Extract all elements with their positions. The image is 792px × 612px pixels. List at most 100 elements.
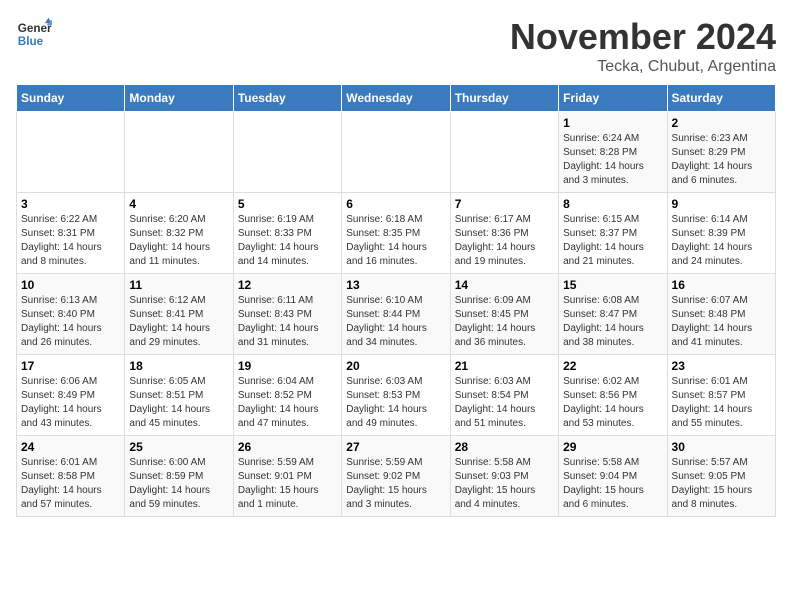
day-number: 2 [672,116,771,130]
weekday-header: Friday [559,85,667,112]
day-detail: Sunrise: 6:14 AM Sunset: 8:39 PM Dayligh… [672,213,771,269]
calendar-cell: 14Sunrise: 6:09 AM Sunset: 8:45 PM Dayli… [450,274,558,355]
calendar-cell: 28 Sunrise: 5:58 AM Sunset: 9:03 PM Dayli… [450,436,558,517]
logo-icon: General Blue [16,16,52,52]
calendar-cell: 17 Sunrise: 6:06 AM Sunset: 8:49 PM Dayli… [17,355,125,436]
day-number: 21 [455,359,554,373]
day-detail: Sunrise: 6:13 AM Sunset: 8:40 PM Dayligh… [21,294,120,350]
weekday-header: Tuesday [233,85,341,112]
day-number: 6 [346,197,445,211]
calendar-cell: 1 Sunrise: 6:24 AM Sunset: 8:28 PM Daylig… [559,112,667,193]
day-number: 12 [238,278,337,292]
calendar-cell: 2 Sunrise: 6:23 AM Sunset: 8:29 PM Daylig… [667,112,775,193]
calendar-cell: 4 Sunrise: 6:20 AM Sunset: 8:32 PM Daylig… [125,193,233,274]
day-number: 9 [672,197,771,211]
day-number: 7 [455,197,554,211]
weekday-header: Wednesday [342,85,450,112]
calendar-cell: 8 Sunrise: 6:15 AM Sunset: 8:37 PM Daylig… [559,193,667,274]
weekday-header-row: SundayMondayTuesdayWednesdayThursdayFrid… [17,85,776,112]
day-number: 29 [563,440,662,454]
calendar-cell: 20Sunrise: 6:03 AM Sunset: 8:53 PM Dayli… [342,355,450,436]
calendar-cell: 21 Sunrise: 6:03 AM Sunset: 8:54 PM Dayli… [450,355,558,436]
day-detail: Sunrise: 6:01 AM Sunset: 8:57 PM Dayligh… [672,375,771,431]
day-detail: Sunrise: 5:58 AM Sunset: 9:04 PM Dayligh… [563,456,662,512]
day-detail: Sunrise: 6:12 AM Sunset: 8:41 PM Dayligh… [129,294,228,350]
calendar-week-row: 10 Sunrise: 6:13 AM Sunset: 8:40 PM Dayli… [17,274,776,355]
calendar-cell: 22 Sunrise: 6:02 AM Sunset: 8:56 PM Dayli… [559,355,667,436]
day-number: 26 [238,440,337,454]
calendar-cell: 10 Sunrise: 6:13 AM Sunset: 8:40 PM Dayli… [17,274,125,355]
calendar-week-row: 1 Sunrise: 6:24 AM Sunset: 8:28 PM Daylig… [17,112,776,193]
day-detail: Sunrise: 5:58 AM Sunset: 9:03 PM Dayligh… [455,456,554,512]
day-number: 8 [563,197,662,211]
logo: General Blue [16,16,52,52]
calendar-cell: 29 Sunrise: 5:58 AM Sunset: 9:04 PM Dayli… [559,436,667,517]
day-number: 28 [455,440,554,454]
day-detail: Sunrise: 6:02 AM Sunset: 8:56 PM Dayligh… [563,375,662,431]
calendar-week-row: 3 Sunrise: 6:22 AM Sunset: 8:31 PM Daylig… [17,193,776,274]
day-detail: Sunrise: 6:03 AM Sunset: 8:53 PM Dayligh… [346,375,445,431]
weekday-header: Sunday [17,85,125,112]
day-number: 5 [238,197,337,211]
day-detail: Sunrise: 6:20 AM Sunset: 8:32 PM Dayligh… [129,213,228,269]
calendar-cell [450,112,558,193]
calendar-cell: 15 Sunrise: 6:08 AM Sunset: 8:47 PM Dayli… [559,274,667,355]
day-detail: Sunrise: 6:15 AM Sunset: 8:37 PM Dayligh… [563,213,662,269]
day-detail: Sunrise: 6:09 AM Sunset: 8:45 PM Dayligh… [455,294,554,350]
day-detail: Sunrise: 5:57 AM Sunset: 9:05 PM Dayligh… [672,456,771,512]
weekday-header: Saturday [667,85,775,112]
day-number: 18 [129,359,228,373]
title-block: November 2024 Tecka, Chubut, Argentina [510,16,776,76]
day-number: 10 [21,278,120,292]
day-number: 19 [238,359,337,373]
svg-text:Blue: Blue [18,35,44,48]
day-detail: Sunrise: 6:05 AM Sunset: 8:51 PM Dayligh… [129,375,228,431]
day-number: 24 [21,440,120,454]
day-number: 15 [563,278,662,292]
day-number: 17 [21,359,120,373]
calendar-cell: 19 Sunrise: 6:04 AM Sunset: 8:52 PM Dayli… [233,355,341,436]
calendar-cell: 12Sunrise: 6:11 AM Sunset: 8:43 PM Dayli… [233,274,341,355]
day-detail: Sunrise: 6:18 AM Sunset: 8:35 PM Dayligh… [346,213,445,269]
calendar-cell: 26 Sunrise: 5:59 AM Sunset: 9:01 PM Dayli… [233,436,341,517]
calendar-table: SundayMondayTuesdayWednesdayThursdayFrid… [16,84,776,517]
day-detail: Sunrise: 6:03 AM Sunset: 8:54 PM Dayligh… [455,375,554,431]
calendar-week-row: 24 Sunrise: 6:01 AM Sunset: 8:58 PM Dayli… [17,436,776,517]
day-detail: Sunrise: 6:08 AM Sunset: 8:47 PM Dayligh… [563,294,662,350]
calendar-cell: 16 Sunrise: 6:07 AM Sunset: 8:48 PM Dayli… [667,274,775,355]
calendar-cell [342,112,450,193]
calendar-cell: 11Sunrise: 6:12 AM Sunset: 8:41 PM Dayli… [125,274,233,355]
day-number: 4 [129,197,228,211]
day-detail: Sunrise: 6:07 AM Sunset: 8:48 PM Dayligh… [672,294,771,350]
day-detail: Sunrise: 5:59 AM Sunset: 9:01 PM Dayligh… [238,456,337,512]
calendar-cell [17,112,125,193]
day-number: 16 [672,278,771,292]
month-title: November 2024 [510,16,776,58]
location-title: Tecka, Chubut, Argentina [510,58,776,76]
day-detail: Sunrise: 6:17 AM Sunset: 8:36 PM Dayligh… [455,213,554,269]
calendar-cell: 9 Sunrise: 6:14 AM Sunset: 8:39 PM Daylig… [667,193,775,274]
day-detail: Sunrise: 6:10 AM Sunset: 8:44 PM Dayligh… [346,294,445,350]
day-number: 3 [21,197,120,211]
day-detail: Sunrise: 5:59 AM Sunset: 9:02 PM Dayligh… [346,456,445,512]
day-detail: Sunrise: 6:04 AM Sunset: 8:52 PM Dayligh… [238,375,337,431]
day-detail: Sunrise: 6:01 AM Sunset: 8:58 PM Dayligh… [21,456,120,512]
svg-text:General: General [18,22,52,35]
day-detail: Sunrise: 6:24 AM Sunset: 8:28 PM Dayligh… [563,132,662,188]
day-number: 30 [672,440,771,454]
day-detail: Sunrise: 6:23 AM Sunset: 8:29 PM Dayligh… [672,132,771,188]
calendar-header: SundayMondayTuesdayWednesdayThursdayFrid… [17,85,776,112]
day-number: 1 [563,116,662,130]
day-detail: Sunrise: 6:22 AM Sunset: 8:31 PM Dayligh… [21,213,120,269]
day-detail: Sunrise: 6:19 AM Sunset: 8:33 PM Dayligh… [238,213,337,269]
calendar-cell [233,112,341,193]
day-detail: Sunrise: 6:06 AM Sunset: 8:49 PM Dayligh… [21,375,120,431]
day-detail: Sunrise: 6:00 AM Sunset: 8:59 PM Dayligh… [129,456,228,512]
day-number: 13 [346,278,445,292]
day-number: 22 [563,359,662,373]
calendar-cell: 23Sunrise: 6:01 AM Sunset: 8:57 PM Dayli… [667,355,775,436]
weekday-header: Thursday [450,85,558,112]
page-header: General Blue November 2024 Tecka, Chubut… [16,16,776,76]
calendar-cell: 5 Sunrise: 6:19 AM Sunset: 8:33 PM Daylig… [233,193,341,274]
calendar-cell: 27Sunrise: 5:59 AM Sunset: 9:02 PM Dayli… [342,436,450,517]
